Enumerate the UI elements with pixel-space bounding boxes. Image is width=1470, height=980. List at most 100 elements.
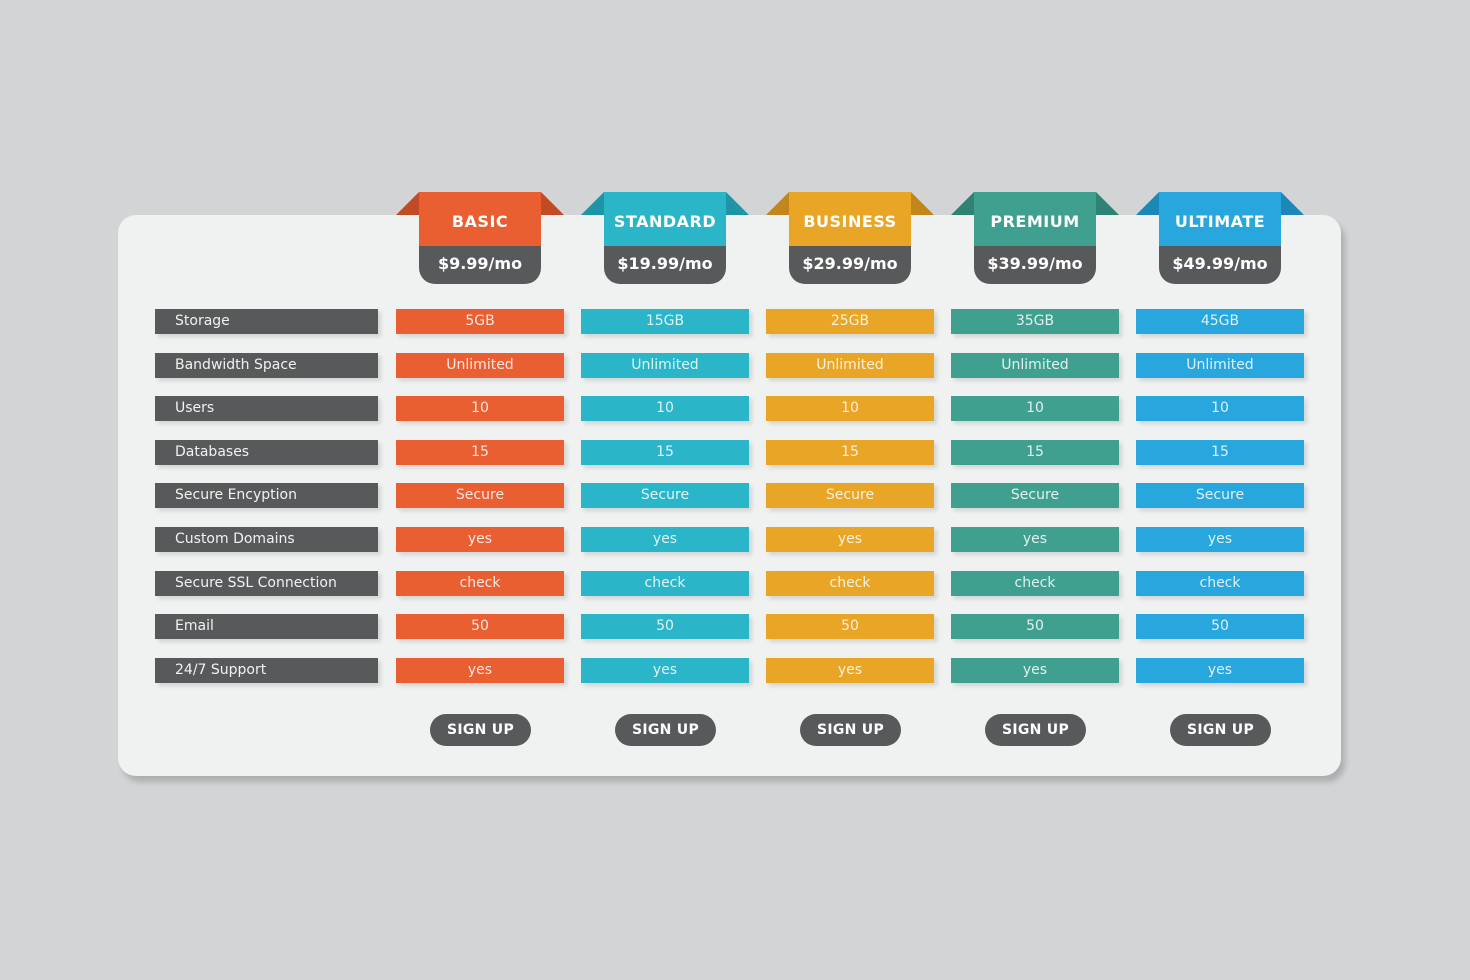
plan-value: 10 xyxy=(841,400,859,417)
plan-value-cell: check xyxy=(951,570,1119,596)
plan-value-cell: Secure xyxy=(1136,483,1304,509)
plan-value: yes xyxy=(652,661,678,678)
plan-value-cell: yes xyxy=(396,527,564,552)
plan-price: $49.99/mo xyxy=(1159,246,1281,284)
plan-value-cell: 15 xyxy=(1136,439,1304,465)
ribbon-fold-left xyxy=(951,192,974,215)
plan-value: yes xyxy=(837,661,863,678)
plan-value-cell: 35GB xyxy=(951,309,1119,334)
plan-value: Secure xyxy=(455,487,505,504)
plan-value-cell: yes xyxy=(766,527,934,552)
feature-label: Secure SSL Connection xyxy=(155,570,378,596)
plan-header-ultimate: ULTIMATE $49.99/mo xyxy=(1159,192,1281,284)
plan-value-cell: 10 xyxy=(766,396,934,422)
plan-value: 45GB xyxy=(1200,313,1240,329)
plan-value: 10 xyxy=(1211,400,1229,417)
plan-value: 5GB xyxy=(465,313,495,329)
plan-value: 15 xyxy=(471,443,489,460)
sign-up-button-premium[interactable]: SIGN UP xyxy=(985,714,1086,746)
plan-value-cell: 5GB xyxy=(396,309,564,334)
plan-value: 35GB xyxy=(1015,313,1055,329)
ribbon-fold-right xyxy=(1281,192,1304,215)
plan-price: $19.99/mo xyxy=(604,246,726,284)
plan-price: $39.99/mo xyxy=(974,246,1096,284)
plan-value: yes xyxy=(467,661,493,678)
plan-value-cell: Secure xyxy=(581,483,749,509)
plan-value-cell: 15 xyxy=(951,439,1119,465)
feature-label: Users xyxy=(155,396,378,422)
plan-value: 10 xyxy=(471,400,489,417)
ribbon-fold-right xyxy=(911,192,934,215)
plan-value-cell: Unlimited xyxy=(766,352,934,378)
plan-value-cell: yes xyxy=(951,657,1119,683)
plan-header-premium: PREMIUM $39.99/mo xyxy=(974,192,1096,284)
plan-value-cell: Secure xyxy=(951,483,1119,509)
plan-value: 50 xyxy=(1211,618,1229,635)
plan-header-standard: STANDARD $19.99/mo xyxy=(604,192,726,284)
plan-value-cell: 50 xyxy=(951,614,1119,640)
plan-name: BUSINESS xyxy=(789,192,911,246)
plan-value-cell: yes xyxy=(581,527,749,552)
feature-label: Email xyxy=(155,614,378,640)
plan-value-cell: 50 xyxy=(581,614,749,640)
plan-value: 50 xyxy=(1026,618,1044,635)
plan-value: Unlimited xyxy=(631,356,699,373)
plan-name: ULTIMATE xyxy=(1159,192,1281,246)
plan-value-cell: 10 xyxy=(951,396,1119,422)
feature-label: Storage xyxy=(155,309,378,334)
plan-value-cell: 15 xyxy=(396,439,564,465)
ribbon-fold-left xyxy=(766,192,789,215)
plan-value: Unlimited xyxy=(446,356,514,373)
plan-value-cell: yes xyxy=(581,657,749,683)
sign-up-button-ultimate[interactable]: SIGN UP xyxy=(1170,714,1271,746)
plan-value-cell: 15 xyxy=(581,439,749,465)
plan-value-cell: check xyxy=(396,570,564,596)
feature-label: Secure Encyption xyxy=(155,483,378,509)
plan-value-cell: yes xyxy=(766,657,934,683)
plan-value-cell: 10 xyxy=(1136,396,1304,422)
plan-value: check xyxy=(1199,574,1241,591)
plan-value: 15 xyxy=(1026,443,1044,460)
plan-price: $29.99/mo xyxy=(789,246,911,284)
plan-value-cell: yes xyxy=(951,527,1119,552)
feature-label: 24/7 Support xyxy=(155,657,378,683)
plan-value: Unlimited xyxy=(816,356,884,373)
sign-up-button-business[interactable]: SIGN UP xyxy=(800,714,901,746)
plan-value-cell: Unlimited xyxy=(951,352,1119,378)
plan-name: STANDARD xyxy=(604,192,726,246)
plan-value: 10 xyxy=(1026,400,1044,417)
sign-up-button-basic[interactable]: SIGN UP xyxy=(430,714,531,746)
sign-up-button-standard[interactable]: SIGN UP xyxy=(615,714,716,746)
plan-value: yes xyxy=(1207,661,1233,678)
plan-value: Unlimited xyxy=(1001,356,1069,373)
plan-value-cell: 15GB xyxy=(581,309,749,334)
feature-label: Bandwidth Space xyxy=(155,352,378,378)
plan-value: Secure xyxy=(1195,487,1245,504)
plan-name: BASIC xyxy=(419,192,541,246)
plan-value: 50 xyxy=(841,618,859,635)
plan-value-cell: yes xyxy=(1136,527,1304,552)
plan-value: Secure xyxy=(640,487,690,504)
plan-value-cell: check xyxy=(766,570,934,596)
plan-value-cell: check xyxy=(1136,570,1304,596)
ribbon-fold-left xyxy=(581,192,604,215)
plan-price: $9.99/mo xyxy=(419,246,541,284)
plan-value: Secure xyxy=(1010,487,1060,504)
plan-header-business: BUSINESS $29.99/mo xyxy=(789,192,911,284)
plan-value: yes xyxy=(837,531,863,547)
plan-value: Secure xyxy=(825,487,875,504)
plan-value-cell: 25GB xyxy=(766,309,934,334)
plan-value-cell: Unlimited xyxy=(581,352,749,378)
plan-value: 10 xyxy=(656,400,674,417)
plan-value-cell: yes xyxy=(396,657,564,683)
plan-value-cell: 10 xyxy=(581,396,749,422)
ribbon-fold-right xyxy=(1096,192,1119,215)
plan-value: 15 xyxy=(841,443,859,460)
plan-value: 15 xyxy=(656,443,674,460)
plan-value-cell: 45GB xyxy=(1136,309,1304,334)
ribbon-fold-left xyxy=(1136,192,1159,215)
plan-value: yes xyxy=(1207,531,1233,547)
feature-label: Databases xyxy=(155,439,378,465)
plan-value: yes xyxy=(1022,531,1048,547)
plan-value-cell: Unlimited xyxy=(1136,352,1304,378)
